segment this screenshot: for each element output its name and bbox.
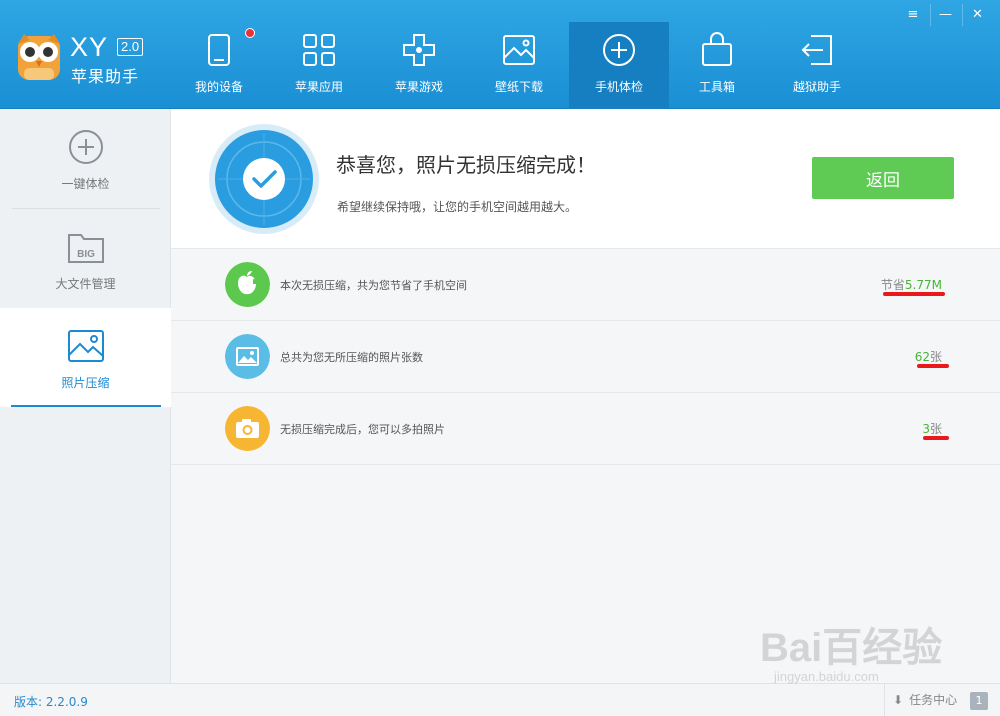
minimize-button[interactable]: — [930, 4, 960, 26]
sidebar-item-label: 照片压缩 [61, 376, 110, 390]
version-label: 版本: 2.2.0.9 [14, 695, 88, 709]
tab-apple-apps[interactable]: 苹果应用 [269, 22, 369, 108]
list-item: 无损压缩完成后，您可以多拍照片 3张 [171, 393, 1000, 465]
sidebar: 一键体检 BIG 大文件管理 照片压缩 [0, 109, 171, 683]
back-button[interactable]: 返回 [812, 157, 954, 199]
download-arrow-icon: ⬇ [893, 693, 904, 707]
toolbox-icon [702, 32, 732, 66]
tab-jailbreak[interactable]: 越狱助手 [767, 22, 867, 108]
plus-circle-icon [69, 130, 103, 164]
tab-label: 我的设备 [194, 80, 243, 94]
task-count-badge: 1 [970, 692, 988, 710]
result-hero: 恭喜您，照片无损压缩完成！ 希望继续保持哦，让您的手机空间越用越大。 返回 [171, 109, 1000, 249]
wallpaper-icon [503, 35, 535, 65]
sidebar-item-photo-compress[interactable]: 照片压缩 [0, 308, 171, 407]
stat-number: 3 [922, 422, 930, 436]
tab-label: 手机体检 [594, 80, 643, 94]
image-icon [225, 334, 270, 379]
stat-value: 62张 [915, 348, 942, 365]
jailbreak-exit-icon [801, 35, 832, 65]
menu-button[interactable]: ≡ [898, 4, 928, 26]
check-badge-icon [209, 124, 319, 234]
list-item: 本次无损压缩，共为您节省了手机空间 节省5.77M [171, 249, 1000, 321]
brand-subtitle: 苹果助手 [71, 67, 140, 86]
result-title: 恭喜您，照片无损压缩完成！ [336, 153, 596, 177]
stats-list: 本次无损压缩，共为您节省了手机空间 节省5.77M 总共为您无所压缩的照片张数 … [171, 249, 1000, 683]
tab-label: 越狱助手 [792, 80, 841, 94]
sidebar-item-one-click-check[interactable]: 一键体检 [0, 109, 171, 208]
sidebar-item-big-files[interactable]: BIG 大文件管理 [0, 209, 171, 308]
task-center-button[interactable]: ⬇ 任务中心 [893, 691, 957, 711]
big-folder-icon: BIG [68, 234, 104, 263]
stat-number: 5.77M [904, 278, 942, 292]
tab-label: 苹果应用 [294, 80, 343, 94]
big-label: BIG [77, 249, 95, 260]
stat-prefix: 节省 [880, 278, 905, 292]
sidebar-item-label: 大文件管理 [55, 277, 116, 291]
stat-value: 3张 [922, 420, 942, 437]
close-button[interactable]: ✕ [962, 4, 992, 26]
stat-suffix: 张 [929, 350, 942, 364]
task-center-label: 任务中心 [909, 693, 958, 707]
active-indicator [11, 405, 161, 407]
stat-number: 62 [914, 350, 930, 364]
result-subtitle: 希望继续保持哦，让您的手机空间越用越大。 [337, 200, 578, 214]
app-header: XY 2.0 苹果助手 我的设备 苹果应用 苹果游戏 壁纸下载 手机体检 工具箱… [0, 0, 1000, 109]
tab-phone-checkup[interactable]: 手机体检 [569, 22, 669, 108]
list-item: 总共为您无所压缩的照片张数 62张 [171, 321, 1000, 393]
main-content: 恭喜您，照片无损压缩完成！ 希望继续保持哦，让您的手机空间越用越大。 返回 本次… [171, 109, 1000, 683]
sidebar-item-label: 一键体检 [61, 177, 110, 191]
tab-label: 壁纸下载 [494, 80, 543, 94]
stat-description: 总共为您无所压缩的照片张数 [280, 351, 423, 364]
stat-description: 无损压缩完成后，您可以多拍照片 [280, 423, 445, 436]
tab-label: 工具箱 [698, 80, 735, 94]
tablet-icon [208, 34, 230, 66]
tab-toolbox[interactable]: 工具箱 [667, 22, 767, 108]
highlight-underline [923, 436, 949, 440]
camera-icon [225, 406, 270, 451]
plus-circle-icon [603, 34, 635, 66]
status-bar: 版本: 2.2.0.9 ⬇ 任务中心 1 [0, 683, 1000, 716]
photo-icon [68, 330, 104, 362]
stat-suffix: 张 [929, 422, 942, 436]
divider [884, 684, 885, 716]
brand-version-badge: 2.0 [117, 38, 144, 56]
brand-name: XY [70, 32, 109, 62]
stat-value: 节省5.77M [881, 276, 942, 293]
apple-icon [225, 262, 270, 307]
notification-dot [245, 28, 255, 38]
tab-apple-games[interactable]: 苹果游戏 [369, 22, 469, 108]
gamepad-icon [403, 34, 435, 66]
apps-grid-icon [303, 34, 335, 66]
highlight-underline [917, 364, 949, 368]
tab-wallpaper[interactable]: 壁纸下载 [469, 22, 569, 108]
highlight-underline [883, 292, 945, 296]
tab-label: 苹果游戏 [394, 80, 443, 94]
stat-description: 本次无损压缩，共为您节省了手机空间 [280, 279, 467, 292]
owl-logo-icon [18, 34, 60, 80]
